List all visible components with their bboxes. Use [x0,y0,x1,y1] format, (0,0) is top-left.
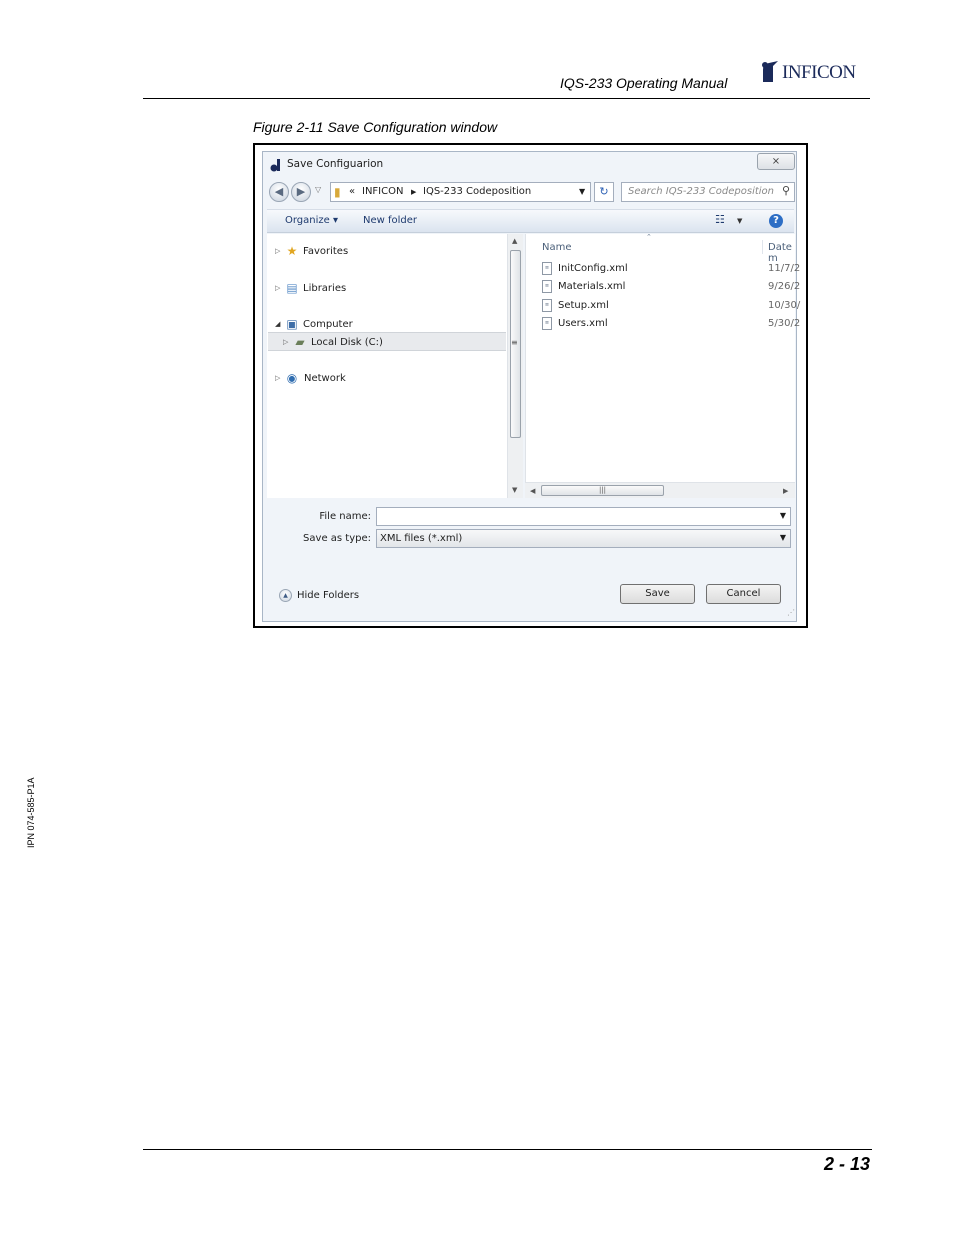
help-icon[interactable]: ? [769,214,783,228]
footer-rule [143,1149,872,1150]
sort-ascending-icon: ⌃ [646,233,652,241]
file-list-scrollbar[interactable]: ◀ ||| ▶ [525,482,795,498]
save-dialog: Save Configuarion ⨯ ◀ ▶ ▽ ▮ « INFICON ▶ … [262,151,800,622]
xml-file-icon: ≡ [542,280,552,293]
scroll-grip-icon: ||| [598,486,607,494]
file-name: Users.xml [558,318,608,329]
search-placeholder: Search IQS-233 Codeposition [628,186,775,197]
resize-grip-icon[interactable]: ⋰ [787,608,795,617]
address-overflow[interactable]: « [349,186,355,197]
navigation-pane: ▷ ★ Favorites ▷ ▤ Libraries ◢ ▣ Computer… [267,234,511,498]
nav-label-local-disk: Local Disk (C:) [311,337,383,348]
view-dropdown-icon[interactable]: ▼ [737,217,742,225]
inficon-logo-mark-icon [762,61,778,82]
hide-folders-label: Hide Folders [297,590,360,601]
organize-menu[interactable]: Organize ▾ [285,215,338,226]
file-name: InitConfig.xml [558,263,628,274]
breadcrumb-separator-icon[interactable]: ▶ [411,188,416,196]
app-icon [270,159,280,172]
xml-file-icon: ≡ [542,299,552,312]
file-row[interactable]: ≡ Users.xml 5/30/2 [542,316,802,332]
scroll-grip-icon: ≡ [511,338,518,347]
nav-label-favorites: Favorites [303,246,349,257]
column-divider [762,240,763,254]
address-bar[interactable]: ▮ « INFICON ▶ IQS-233 Codeposition ▼ [330,182,591,202]
save-as-type-label: Save as type: [303,533,371,544]
disk-icon: ▰ [295,335,305,349]
file-date: 5/30/2 [768,318,801,329]
command-toolbar: Organize ▾ New folder ☷ ▼ ? [267,209,794,233]
forward-arrow-icon: ▶ [296,185,306,198]
figure-caption: Figure 2-11 Save Configuration window [253,119,498,135]
nav-label-network: Network [304,373,346,384]
nav-label-libraries: Libraries [303,283,347,294]
navigation-bar: ◀ ▶ ▽ ▮ « INFICON ▶ IQS-233 Codeposition… [269,181,795,204]
expand-icon[interactable]: ▷ [283,334,288,351]
breadcrumb-iqs-233[interactable]: IQS-233 Codeposition [423,186,531,197]
forward-button[interactable]: ▶ [291,182,311,202]
collapse-icon[interactable]: ◢ [275,316,280,333]
file-row[interactable]: ≡ InitConfig.xml 11/7/2 [542,261,802,277]
search-icon[interactable]: ⚲ [782,184,790,197]
dialog-title: Save Configuarion [287,158,384,170]
expand-icon[interactable]: ▷ [275,370,280,387]
nav-item-network[interactable]: ▷ ◉ Network [275,370,475,387]
page-number: 2 - 13 [823,1154,870,1174]
refresh-button[interactable]: ↻ [594,182,614,202]
file-name-field[interactable]: ▼ [376,507,791,526]
back-arrow-icon: ◀ [274,185,284,198]
scroll-down-icon[interactable]: ▼ [512,486,517,494]
expand-icon[interactable]: ▷ [275,280,280,297]
folder-icon: ▮ [334,185,341,199]
nav-item-libraries[interactable]: ▷ ▤ Libraries [275,280,475,297]
view-options-icon[interactable]: ☷ [715,213,725,226]
file-row[interactable]: ≡ Materials.xml 9/26/2 [542,279,802,295]
save-button[interactable]: Save [620,584,695,604]
xml-file-icon: ≡ [542,317,552,330]
file-scroll-thumb[interactable]: ||| [541,485,664,496]
file-name: Setup.xml [558,300,609,311]
star-icon: ★ [286,244,298,258]
save-as-type-dropdown-icon[interactable]: ▼ [780,533,786,542]
nav-item-local-disk[interactable]: ▷ ▰ Local Disk (C:) [283,334,483,351]
file-name-label: File name: [319,511,371,522]
back-button[interactable]: ◀ [269,182,289,202]
file-date: 10/30/ [768,300,801,311]
network-icon: ◉ [286,371,298,385]
cancel-button[interactable]: Cancel [706,584,781,604]
file-list-pane: ⌃ Name Date m ≡ InitConfig.xml 11/7/2 ≡ … [525,233,800,498]
new-folder-button[interactable]: New folder [363,215,417,226]
save-as-type-select[interactable]: XML files (*.xml) ▼ [376,529,791,548]
libraries-icon: ▤ [286,281,298,295]
computer-icon: ▣ [286,317,298,331]
nav-scrollbar[interactable]: ▲ ≡ ▼ [507,234,523,498]
nav-item-computer[interactable]: ◢ ▣ Computer [275,316,475,333]
scroll-up-icon[interactable]: ▲ [512,237,517,245]
collapse-up-icon: ▲ [279,589,292,602]
recent-locations-icon[interactable]: ▽ [315,185,321,194]
column-header-name[interactable]: Name [542,242,572,253]
scroll-right-icon[interactable]: ▶ [783,487,788,495]
logo-text: INFICON [782,62,856,83]
search-input[interactable]: Search IQS-233 Codeposition ⚲ [621,182,795,202]
inficon-logo: INFICON [760,60,872,86]
expand-icon[interactable]: ▷ [275,243,280,260]
address-dropdown-icon[interactable]: ▼ [579,187,585,196]
nav-item-favorites[interactable]: ▷ ★ Favorites [275,243,475,260]
scroll-left-icon[interactable]: ◀ [530,487,535,495]
breadcrumb-inficon[interactable]: INFICON [362,186,403,197]
file-date: 11/7/2 [768,263,801,274]
header-rule [143,98,870,99]
ipn-number: IPN 074-585-P1A [26,777,36,848]
nav-label-computer: Computer [303,319,353,330]
xml-file-icon: ≡ [542,262,552,275]
save-as-type-value: XML files (*.xml) [380,533,463,544]
manual-title: IQS-233 Operating Manual [560,75,728,91]
file-name-dropdown-icon[interactable]: ▼ [780,511,786,520]
close-button[interactable]: ⨯ [757,153,795,170]
file-row[interactable]: ≡ Setup.xml 10/30/ [542,298,802,314]
refresh-icon: ↻ [599,185,609,198]
file-name: Materials.xml [558,281,626,292]
file-date: 9/26/2 [768,281,801,292]
